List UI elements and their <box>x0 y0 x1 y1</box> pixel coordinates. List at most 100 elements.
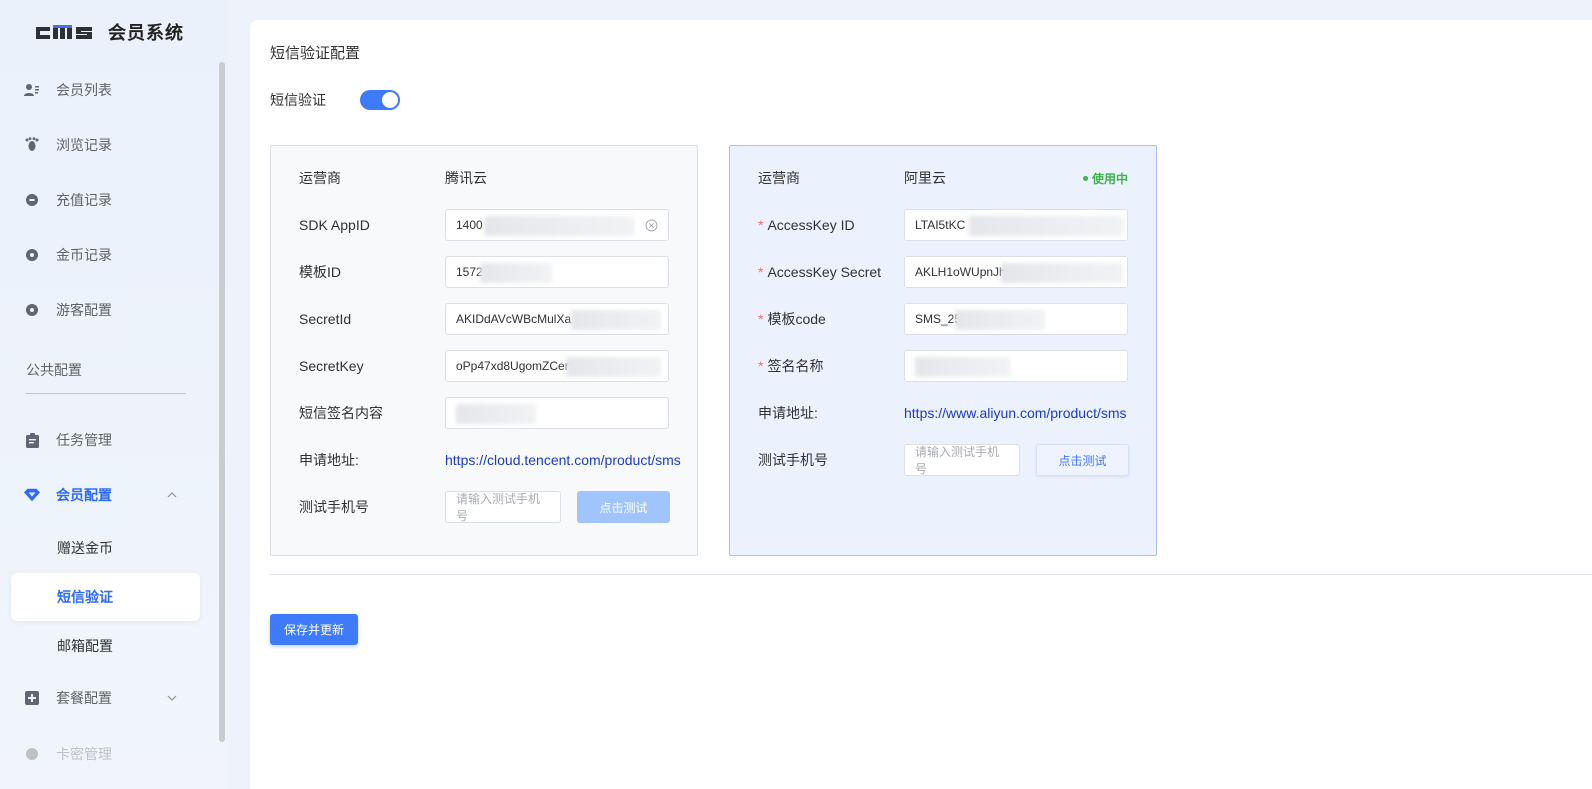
save-update-button[interactable]: 保存并更新 <box>270 614 358 645</box>
provider-label: 运营商 <box>299 170 341 186</box>
sidebar-item-browse-history[interactable]: 浏览记录 <box>0 125 220 165</box>
logo: 会员系统 <box>34 16 184 48</box>
sdk-appid-label: SDK AppID <box>299 217 370 233</box>
provider-label: 运营商 <box>758 170 800 186</box>
test-phone-input[interactable]: 请输入测试手机号 <box>445 491 561 523</box>
gold-icon <box>24 247 40 263</box>
test-phone-label: 测试手机号 <box>299 499 369 515</box>
sms-toggle-row: 短信验证 <box>270 90 400 110</box>
access-key-secret-input[interactable]: AKLH1oWUpnJh <box>904 256 1128 288</box>
sidebar-item-task-management[interactable]: 任务管理 <box>0 420 220 460</box>
tencent-card[interactable]: 运营商 腾讯云 SDK AppID 1400 模板ID 1572 SecretI… <box>270 145 698 556</box>
test-button[interactable]: 点击测试 <box>577 491 670 523</box>
sidebar-subitem-label: 赠送金币 <box>57 540 113 556</box>
template-id-value: 1572 <box>456 265 483 279</box>
users-icon <box>24 82 40 98</box>
coin-icon <box>24 192 40 208</box>
test-button[interactable]: 点击测试 <box>1036 444 1129 476</box>
chevron-up-icon <box>166 489 178 501</box>
status-dot-icon <box>1082 176 1088 181</box>
template-code-input[interactable]: SMS_25 <box>904 303 1128 335</box>
secret-id-value: AKIDdAVcWBcMulXa <box>456 312 572 326</box>
aliyun-provider-row: 运营商 阿里云 <box>758 162 946 194</box>
sidebar-item-guest-config[interactable]: 游客配置 <box>0 290 220 330</box>
tencent-secretkey-row: SecretKey oPp47xd8UgomZCer <box>299 350 669 382</box>
sidebar-item-label: 会员列表 <box>56 82 112 98</box>
redaction-blur <box>1001 263 1123 283</box>
diamond-icon <box>24 487 40 503</box>
provider-value: 阿里云 <box>904 170 946 186</box>
sidebar-item-card-secret[interactable]: 卡密管理 <box>0 734 220 774</box>
sms-toggle-switch[interactable] <box>360 90 400 110</box>
status-badge: 使用中 <box>1082 170 1128 187</box>
footprint-icon <box>24 137 40 153</box>
clear-circle-icon[interactable] <box>645 219 658 232</box>
required-mark: * <box>758 358 764 374</box>
tencent-apply-row: 申请地址: https://cloud.tencent.com/product/… <box>299 444 681 476</box>
secret-key-value: oPp47xd8UgomZCer <box>456 359 569 373</box>
secret-id-label: SecretId <box>299 311 352 327</box>
page-title: 短信验证配置 <box>270 45 361 62</box>
redaction-blur <box>456 404 536 424</box>
secret-key-label: SecretKey <box>299 358 364 374</box>
access-key-secret-value: AKLH1oWUpnJh <box>915 265 1006 279</box>
sdk-appid-value: 1400 <box>456 218 483 232</box>
sidebar-scrollbar[interactable] <box>219 62 225 742</box>
sidebar-item-label: 会员配置 <box>56 487 112 503</box>
tencent-provider-row: 运营商 腾讯云 <box>299 162 487 194</box>
template-code-text: 模板code <box>767 311 826 327</box>
sidebar-item-package-config[interactable]: 套餐配置 <box>0 678 220 718</box>
test-phone-input[interactable]: 请输入测试手机号 <box>904 444 1020 476</box>
sidebar-subitem-label: 邮箱配置 <box>57 638 113 654</box>
tencent-sdk-row: SDK AppID 1400 <box>299 209 669 241</box>
required-mark: * <box>758 217 764 233</box>
sidebar-item-gold-history[interactable]: 金币记录 <box>0 235 220 275</box>
test-phone-placeholder: 请输入测试手机号 <box>456 492 541 523</box>
sidebar-item-label: 金币记录 <box>56 247 112 263</box>
aliyun-apply-row: 申请地址: https://www.aliyun.com/product/sms <box>758 397 1127 429</box>
aliyun-accessid-row: * AccessKey ID LTAI5tKC <box>758 209 1128 241</box>
apply-url-link[interactable]: https://cloud.tencent.com/product/sms <box>445 452 681 468</box>
sidebar-subitem-label: 短信验证 <box>57 589 113 605</box>
sign-content-label: 短信签名内容 <box>299 405 383 421</box>
access-key-secret-text: AccessKey Secret <box>767 264 882 280</box>
sign-name-input[interactable] <box>904 350 1128 382</box>
template-id-input[interactable]: 1572 <box>445 256 669 288</box>
sidebar-item-label: 浏览记录 <box>56 137 112 153</box>
sidebar-subitem-sms-verify[interactable]: 短信验证 <box>11 573 200 621</box>
sidebar: 会员系统 会员列表 浏览记录 充值记录 金币记录 游客配置 公共配置 任务管理 … <box>0 0 228 789</box>
required-mark: * <box>758 311 764 327</box>
sidebar-item-label: 任务管理 <box>56 432 112 448</box>
sign-name-text: 签名名称 <box>767 358 824 374</box>
sign-content-input[interactable] <box>445 397 669 429</box>
card-icon <box>24 746 40 762</box>
aliyun-test-row: 测试手机号 请输入测试手机号 点击测试 <box>758 444 1129 476</box>
secret-key-input[interactable]: oPp47xd8UgomZCer <box>445 350 669 382</box>
secret-id-input[interactable]: AKIDdAVcWBcMulXa <box>445 303 669 335</box>
apply-url-link[interactable]: https://www.aliyun.com/product/sms <box>904 405 1127 421</box>
tencent-test-row: 测试手机号 请输入测试手机号 点击测试 <box>299 491 670 523</box>
access-key-id-input[interactable]: LTAI5tKC <box>904 209 1128 241</box>
main-panel: 短信验证配置 短信验证 运营商 腾讯云 SDK AppID 1400 模板ID … <box>250 20 1592 789</box>
clipboard-icon <box>24 432 40 448</box>
sidebar-item-recharge-history[interactable]: 充值记录 <box>0 180 220 220</box>
tencent-secretid-row: SecretId AKIDdAVcWBcMulXa <box>299 303 669 335</box>
access-key-secret-label: * AccessKey Secret <box>758 264 904 280</box>
redaction-blur <box>915 357 1010 377</box>
aliyun-accesssecret-row: * AccessKey Secret AKLH1oWUpnJh <box>758 256 1128 288</box>
sidebar-item-member-config[interactable]: 会员配置 <box>0 475 220 515</box>
sidebar-subitem-email-config[interactable]: 邮箱配置 <box>11 622 200 670</box>
status-text: 使用中 <box>1091 172 1128 186</box>
sidebar-item-label: 卡密管理 <box>56 746 112 762</box>
section-divider <box>270 574 1592 575</box>
tencent-template-row: 模板ID 1572 <box>299 256 669 288</box>
template-id-label: 模板ID <box>299 264 341 280</box>
sidebar-divider <box>26 393 186 394</box>
plus-square-icon <box>24 690 40 706</box>
sidebar-item-label: 套餐配置 <box>56 690 112 706</box>
sidebar-item-member-list[interactable]: 会员列表 <box>0 70 220 110</box>
template-code-label: * 模板code <box>758 309 904 329</box>
aliyun-card[interactable]: 使用中 运营商 阿里云 * AccessKey ID LTAI5tKC * Acce… <box>729 145 1157 556</box>
sidebar-subitem-gift-gold[interactable]: 赠送金币 <box>11 524 200 572</box>
sdk-appid-input[interactable]: 1400 <box>445 209 669 241</box>
